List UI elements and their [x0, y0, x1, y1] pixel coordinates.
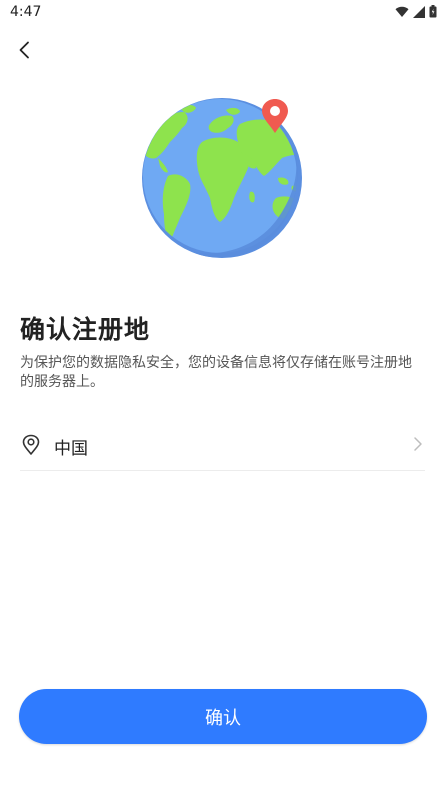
chevron-left-icon — [19, 41, 29, 59]
chevron-right-icon — [414, 437, 422, 451]
region-label: 中国 — [54, 439, 88, 459]
status-time: 4:47 — [10, 4, 42, 20]
confirm-button[interactable]: 确认 — [19, 689, 427, 744]
back-button[interactable] — [12, 38, 36, 62]
battery-icon — [429, 5, 437, 18]
page-description: 为保护您的数据隐私安全，您的设备信息将仅存储在账号注册地的服务器上。 — [20, 355, 412, 390]
location-pin-icon — [262, 99, 288, 133]
status-icons — [395, 5, 437, 18]
signal-icon — [413, 5, 425, 18]
wifi-icon — [395, 6, 409, 17]
status-bar: 4:47 — [0, 0, 445, 26]
location-icon — [22, 434, 40, 455]
region-selector[interactable]: 中国 — [20, 426, 425, 471]
page-title: 确认注册地 — [20, 315, 151, 344]
